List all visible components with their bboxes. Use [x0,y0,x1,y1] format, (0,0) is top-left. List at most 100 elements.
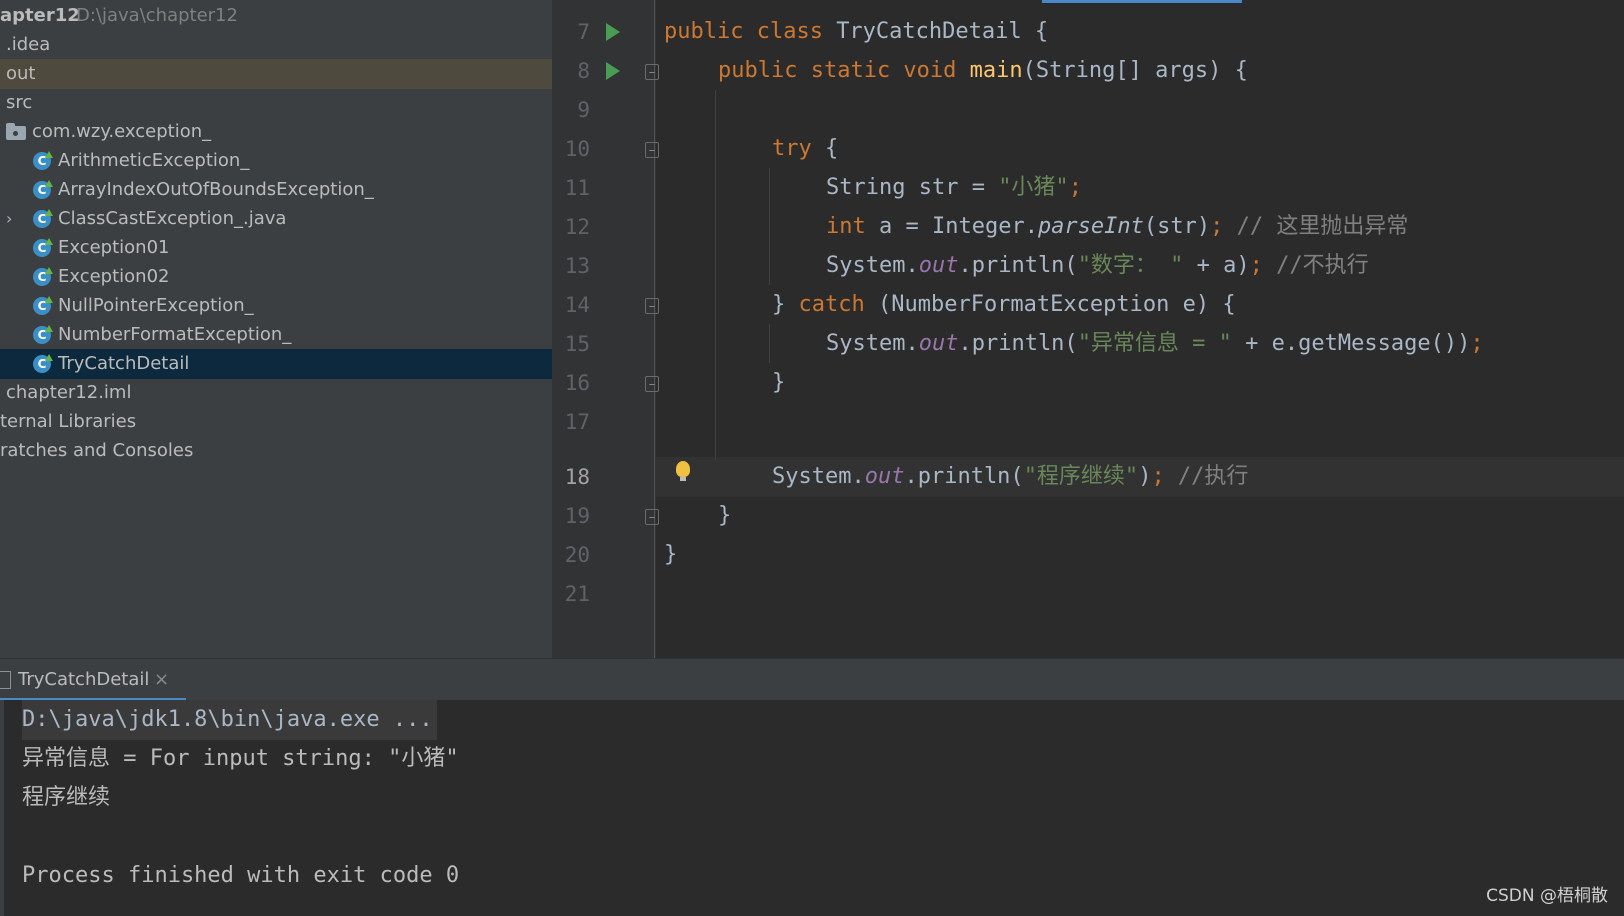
tree-item-class-selected[interactable]: C TryCatchDetail [0,349,552,379]
project-path: D:\java\chapter12 [76,5,238,26]
fold-icon[interactable]: – [645,298,659,314]
code-token: out [918,253,959,278]
code-token: ; [1249,253,1263,278]
java-class-icon: C [33,180,53,199]
code-token: .println( [958,331,1078,356]
watermark: CSDN @梧桐散 [1486,886,1608,906]
code-line-8: public static void main(String[] args) { [718,51,1248,91]
code-token: main [969,58,1023,83]
line-number: 8 [577,59,590,83]
code-token: System. [826,253,919,278]
code-token: TryCatchDetail { [836,19,1049,44]
code-token: ; [1210,214,1224,239]
code-token: System. [826,331,919,356]
tree-item-iml[interactable]: chapter12.iml [0,378,552,408]
tree-item-class[interactable]: › C ClassCastException_.java [0,204,552,234]
indent-guide [769,168,770,285]
line-number: 9 [577,98,590,122]
code-token: ; [1470,331,1484,356]
code-token: a = Integer. [865,214,1038,239]
code-token: (str) [1143,214,1211,239]
tree-item-label: com.wzy.exception_ [32,121,212,142]
console-output-line: 异常信息 = For input string: "小猪" [22,746,459,771]
java-class-icon: C [33,209,53,228]
code-comment: // 这里抛出异常 [1223,214,1409,239]
fold-icon[interactable]: – [645,142,659,158]
indent-guide [715,90,716,460]
code-line-15: System.out.println("异常信息 = " + e.getMess… [826,324,1484,364]
run-tool-window-tabs: TryCatchDetail × [0,658,1624,701]
project-root-row[interactable]: apter12 D:\java\chapter12 [0,1,552,31]
line-number: 16 [564,371,590,395]
tree-item-label: ternal Libraries [0,411,137,432]
tree-item-external-libraries[interactable]: ternal Libraries [0,407,552,437]
java-class-icon: C [33,151,53,170]
code-token: } [772,370,786,395]
code-line-18: System.out.println("程序继续"); //执行 [772,457,1248,497]
code-line-12: int a = Integer.parseInt(str); // 这里抛出异常 [826,207,1408,247]
tree-item-class[interactable]: C ArrayIndexOutOfBoundsException_ [0,175,552,205]
code-token: catch [798,292,865,317]
tree-item-label: ArithmeticException_ [58,150,250,171]
code-line-13: System.out.println("数字： " + a); //不执行 [826,246,1369,286]
console-icon [0,671,11,689]
run-tab[interactable]: TryCatchDetail × [0,659,186,701]
close-icon[interactable]: × [154,659,169,701]
tree-item-class[interactable]: C Exception02 [0,262,552,292]
project-name: apter12 [0,5,80,26]
run-console[interactable]: D:\java\jdk1.8\bin\java.exe ... 异常信息 = F… [0,700,1624,916]
tree-item-label: .idea [6,34,51,55]
code-token: .println( [904,464,1024,489]
code-line-7: public class TryCatchDetail { [664,12,1048,52]
tree-item-package[interactable]: com.wzy.exception_ [0,117,552,147]
line-number: 7 [577,20,590,44]
code-token: try [772,136,812,161]
tree-item-class[interactable]: C NumberFormatException_ [0,320,552,350]
editor-tab-indicator [1042,0,1242,3]
code-token: + e.getMessage()) [1231,331,1471,356]
tree-item-class[interactable]: C NullPointerException_ [0,291,552,321]
package-icon [6,123,26,140]
code-token: (NumberFormatException e) { [864,292,1236,317]
line-number: 10 [564,137,590,161]
line-number: 21 [564,582,590,606]
code-token: String str = [826,175,999,200]
tree-item-scratches[interactable]: ratches and Consoles [0,436,552,466]
console-command-line: D:\java\jdk1.8\bin\java.exe ... [22,700,437,740]
tree-item-label: TryCatchDetail [58,353,190,374]
line-number: 15 [564,332,590,356]
code-token: out [864,464,905,489]
code-token: "小猪" [998,175,1069,200]
code-line-14: } catch (NumberFormatException e) { [772,285,1236,325]
code-token: ; [1068,175,1082,200]
tree-item-src[interactable]: src [0,88,552,118]
tree-item-class[interactable]: C ArithmeticException_ [0,146,552,176]
lightbulb-icon[interactable] [676,461,690,481]
code-token: out [918,331,959,356]
java-class-icon: C [33,296,53,315]
code-token: parseInt [1037,214,1144,239]
tree-item-label: NullPointerException_ [58,295,254,316]
tree-item-label: ClassCastException_.java [58,208,287,229]
fold-icon[interactable]: – [645,376,659,392]
tree-item-idea[interactable]: .idea [0,30,552,60]
java-class-icon: C [33,238,53,257]
java-class-icon: C [33,325,53,344]
run-main-icon[interactable] [606,62,620,80]
code-token: public static void [718,58,970,83]
indent-guide [769,324,770,363]
fold-icon[interactable]: – [645,64,659,80]
fold-icon[interactable]: – [645,509,659,525]
code-line-19: } [718,496,731,536]
run-class-icon[interactable] [606,23,620,41]
chevron-right-icon[interactable]: › [6,204,12,234]
java-class-icon: C [33,354,53,373]
code-comment: //执行 [1164,464,1249,489]
tree-item-class[interactable]: C Exception01 [0,233,552,263]
gutter-divider [654,0,655,658]
console-output-line: 程序继续 [22,785,111,810]
line-number: 14 [564,293,590,317]
tree-item-out[interactable]: out [0,59,552,89]
code-editor[interactable]: 7 8 9 10 11 12 13 14 15 16 17 18 19 20 2… [552,0,1624,658]
tree-item-label: NumberFormatException_ [58,324,292,345]
